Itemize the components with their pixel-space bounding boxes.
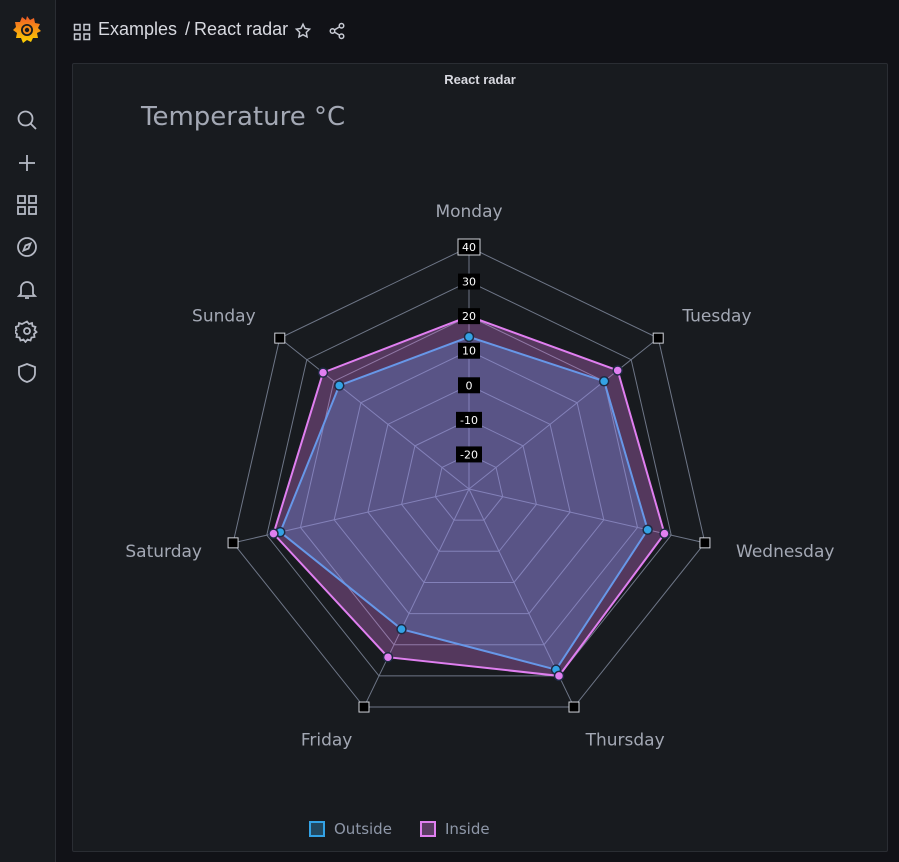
top-bar: Examples / React radar xyxy=(56,0,899,62)
breadcrumb-folder-link[interactable]: Examples xyxy=(98,19,177,39)
explore-compass-icon[interactable] xyxy=(15,235,39,259)
series-area-inside xyxy=(272,315,666,677)
axis-end-marker xyxy=(568,701,580,713)
data-point-inside xyxy=(317,367,329,378)
dashboards-icon[interactable] xyxy=(15,193,39,217)
legend: Outside Inside xyxy=(309,820,490,838)
shield-icon[interactable] xyxy=(15,361,39,385)
axis-label-sunday: Sunday xyxy=(192,307,256,327)
radar-chart: 40 30 20 10 0 -10 -20 Monday Tuesday Wednesday Thu… xyxy=(125,202,834,750)
breadcrumb-page-title[interactable]: React radar xyxy=(194,19,288,39)
data-point-inside xyxy=(382,651,394,663)
data-point-outside xyxy=(334,380,345,391)
tick-label: 20 xyxy=(462,310,476,323)
axis-label-monday: Monday xyxy=(435,202,502,222)
grafana-logo-icon[interactable] xyxy=(12,14,42,44)
tick-label: 0 xyxy=(466,379,473,392)
axis-label-saturday: Saturday xyxy=(125,542,202,562)
tick-label: 40 xyxy=(462,241,476,254)
tick-label: -10 xyxy=(460,414,478,427)
data-point-outside xyxy=(598,375,610,387)
plus-icon[interactable] xyxy=(15,151,39,175)
axis-end-marker xyxy=(358,701,370,713)
legend-label: Outside xyxy=(334,820,392,838)
legend-swatch xyxy=(419,821,436,837)
data-point-inside xyxy=(553,670,565,682)
breadcrumb: Examples / React radar xyxy=(98,19,288,40)
tick-label: 30 xyxy=(462,276,476,289)
legend-item-outside[interactable]: Outside xyxy=(309,820,392,838)
dashboard-grid-icon xyxy=(73,23,91,41)
data-point-outside xyxy=(463,331,475,343)
axis-end-marker xyxy=(652,332,664,344)
tick-label: -20 xyxy=(460,448,478,461)
star-icon[interactable] xyxy=(294,22,312,40)
axis-label-wednesday: Wednesday xyxy=(736,542,834,562)
axis-end-marker xyxy=(274,332,286,344)
axis-label-friday: Friday xyxy=(301,730,353,750)
axis-end-marker xyxy=(699,537,711,549)
legend-label: Inside xyxy=(444,820,490,838)
axis-label-thursday: Thursday xyxy=(585,730,665,750)
axis-end-marker xyxy=(227,537,239,549)
breadcrumb-separator: / xyxy=(185,19,191,39)
data-point-outside xyxy=(642,524,653,536)
data-point-inside xyxy=(612,365,623,376)
settings-gear-icon[interactable] xyxy=(13,319,39,344)
legend-swatch xyxy=(309,821,325,837)
data-point-inside xyxy=(659,528,670,539)
alerting-bell-icon[interactable] xyxy=(15,277,39,301)
legend-item-inside[interactable]: Inside xyxy=(419,820,490,838)
tick-label: 10 xyxy=(462,345,476,358)
radar-panel: React radar Temperature °C 40 30 20 10 0 -10-… xyxy=(72,63,888,852)
data-point-inside xyxy=(268,528,279,539)
data-point-outside xyxy=(396,623,407,635)
axis-label-tuesday: Tuesday xyxy=(681,307,751,327)
share-icon[interactable] xyxy=(328,22,346,40)
search-icon[interactable] xyxy=(15,108,39,132)
sidebar xyxy=(0,0,56,862)
